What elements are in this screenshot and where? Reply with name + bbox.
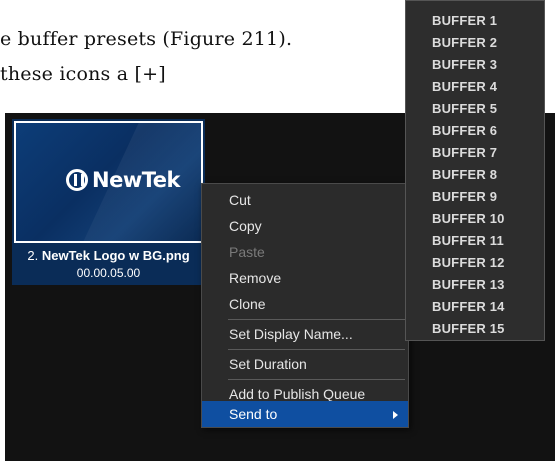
buffer-item-10[interactable]: BUFFER 10 <box>406 208 544 230</box>
menu-separator <box>228 319 405 320</box>
newtek-logo: NewTek <box>66 168 180 192</box>
buffer-item-3[interactable]: BUFFER 3 <box>406 54 544 76</box>
buffer-item-7[interactable]: BUFFER 7 <box>406 142 544 164</box>
newtek-logo-icon <box>66 169 88 191</box>
context-menu: Cut Copy Paste Remove Clone Set Display … <box>201 183 409 428</box>
menu-item-paste[interactable]: Paste <box>202 239 408 265</box>
thumbnail-image: NewTek <box>14 121 203 243</box>
buffer-item-2[interactable]: BUFFER 2 <box>406 32 544 54</box>
buffer-item-12[interactable]: BUFFER 12 <box>406 252 544 274</box>
menu-separator <box>228 349 405 350</box>
menu-item-set-display-name[interactable]: Set Display Name... <box>202 321 408 347</box>
buffer-submenu: BUFFER 1 BUFFER 2 BUFFER 3 BUFFER 4 BUFF… <box>405 0 545 341</box>
buffer-item-14[interactable]: BUFFER 14 <box>406 296 544 318</box>
buffer-item-1[interactable]: BUFFER 1 <box>406 10 544 32</box>
document-text-line-2: these icons a [+] <box>0 63 166 85</box>
menu-item-set-duration[interactable]: Set Duration <box>202 351 408 377</box>
send-to-label: Send to <box>229 406 278 422</box>
buffer-item-11[interactable]: BUFFER 11 <box>406 230 544 252</box>
thumbnail-name: 2. NewTek Logo w BG.png <box>12 248 205 263</box>
buffer-item-5[interactable]: BUFFER 5 <box>406 98 544 120</box>
buffer-item-13[interactable]: BUFFER 13 <box>406 274 544 296</box>
menu-item-copy[interactable]: Copy <box>202 213 408 239</box>
chevron-right-icon <box>393 411 398 419</box>
menu-separator <box>228 379 405 380</box>
media-thumbnail[interactable]: NewTek 2. NewTek Logo w BG.png 00.00.05.… <box>12 119 205 285</box>
buffer-item-4[interactable]: BUFFER 4 <box>406 76 544 98</box>
thumbnail-duration: 00.00.05.00 <box>76 266 141 280</box>
buffer-item-6[interactable]: BUFFER 6 <box>406 120 544 142</box>
thumbnail-filename: NewTek Logo w BG.png <box>41 248 190 263</box>
buffer-item-8[interactable]: BUFFER 8 <box>406 164 544 186</box>
menu-item-cut[interactable]: Cut <box>202 187 408 213</box>
thumbnail-number: 2. <box>27 248 42 263</box>
menu-item-clone[interactable]: Clone <box>202 291 408 317</box>
menu-item-send-to[interactable]: Send to <box>202 401 408 427</box>
buffer-item-9[interactable]: BUFFER 9 <box>406 186 544 208</box>
document-text-line-1: e buffer presets (Figure 211). <box>0 28 293 50</box>
menu-item-remove[interactable]: Remove <box>202 265 408 291</box>
buffer-item-15[interactable]: BUFFER 15 <box>406 318 544 340</box>
logo-text: NewTek <box>92 168 180 192</box>
